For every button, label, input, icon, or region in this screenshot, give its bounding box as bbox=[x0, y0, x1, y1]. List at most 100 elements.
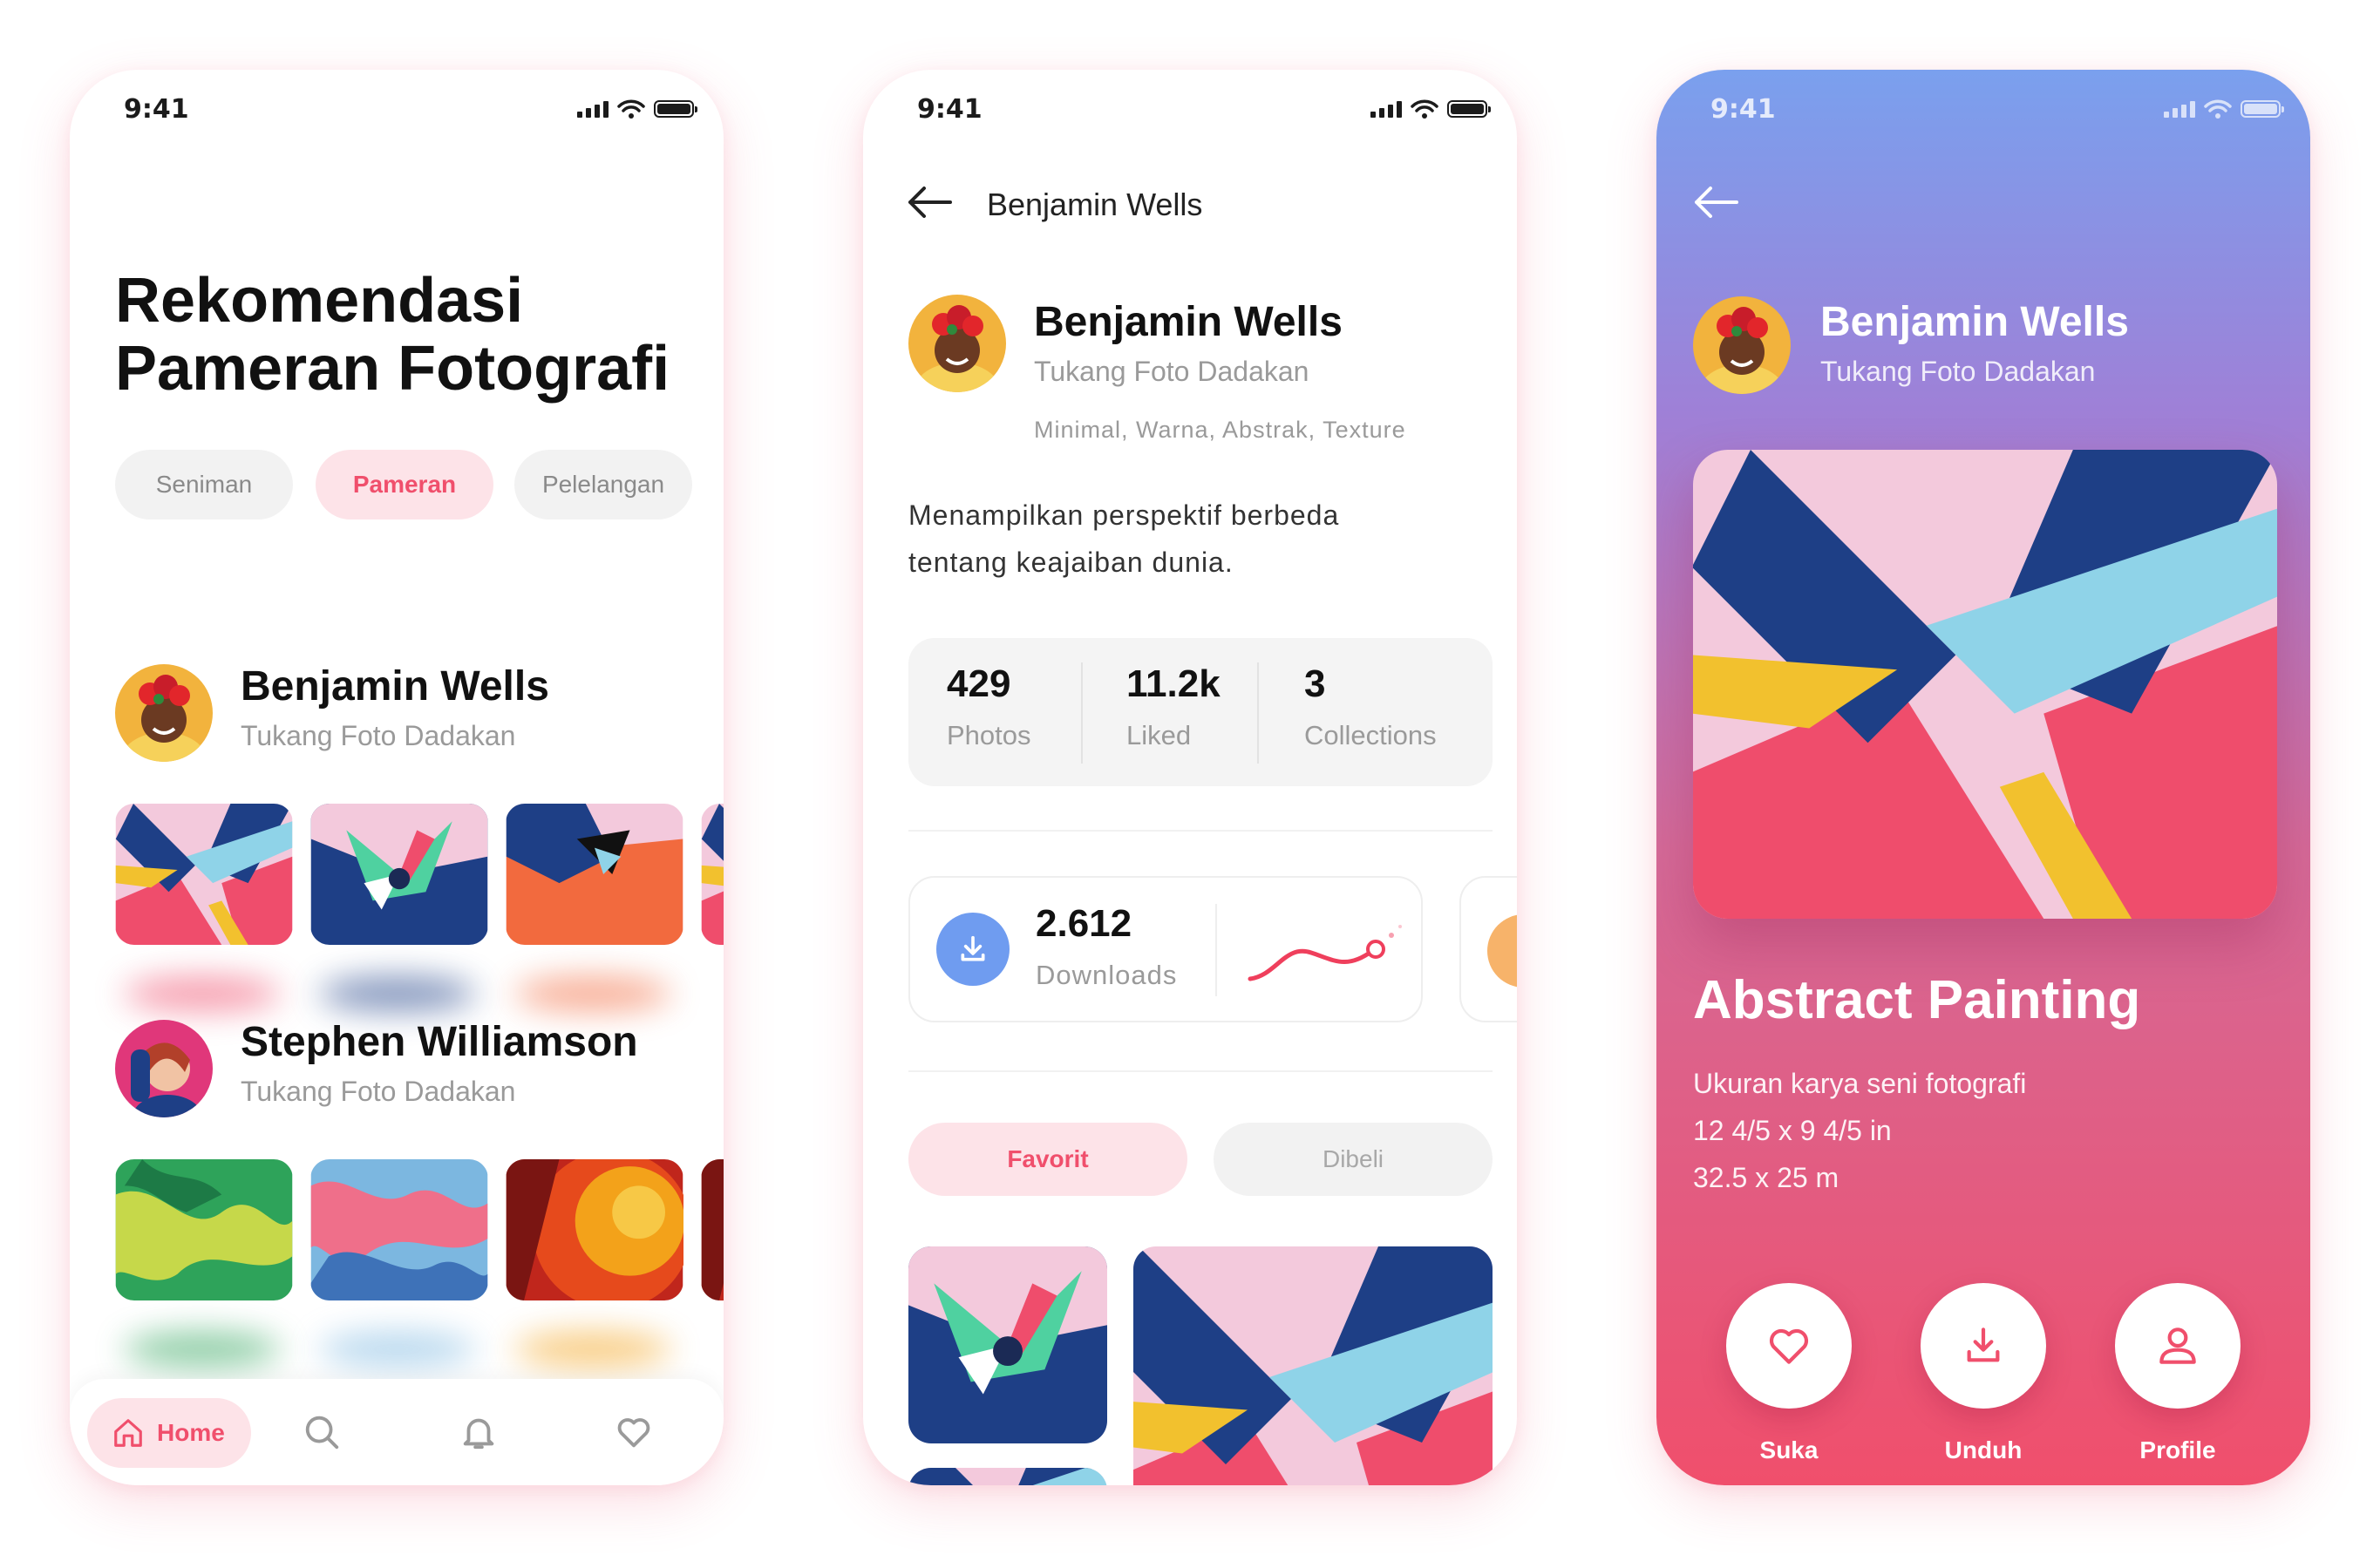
gallery-item[interactable] bbox=[908, 1468, 1107, 1485]
artwork-thumbnail[interactable] bbox=[506, 1159, 683, 1300]
status-icons bbox=[2164, 99, 2284, 119]
photographer-role: Tukang Foto Dadakan bbox=[241, 1076, 516, 1107]
heart-icon[interactable] bbox=[614, 1412, 654, 1452]
thumb-shadow bbox=[319, 976, 476, 1011]
like-label: Suka bbox=[1759, 1436, 1819, 1463]
artwork-thumbnail[interactable] bbox=[701, 804, 724, 945]
meta-line: 32.5 x 25 m bbox=[1693, 1162, 1839, 1193]
profile-description: Menampilkan perspektif berbeda tentang k… bbox=[908, 492, 1449, 586]
profile-button[interactable] bbox=[2115, 1283, 2241, 1409]
stat-label: Photos bbox=[947, 720, 1031, 750]
artwork-thumbnail[interactable] bbox=[310, 1159, 488, 1300]
status-icons bbox=[1370, 99, 1491, 119]
artist-role: Tukang Foto Dadakan bbox=[1820, 356, 2096, 387]
profile-role: Tukang Foto Dadakan bbox=[1034, 356, 1309, 387]
meta-line: Ukuran karya seni fotografi bbox=[1693, 1068, 2027, 1099]
tab-home-label: Home bbox=[157, 1419, 225, 1446]
stat-value: 11.2k bbox=[1126, 662, 1221, 705]
thumb-shadow bbox=[124, 1332, 281, 1367]
divider bbox=[908, 830, 1493, 832]
gallery-item[interactable] bbox=[1133, 1246, 1493, 1485]
title-line-2: Pameran Fotografi bbox=[115, 334, 670, 404]
bell-icon[interactable] bbox=[459, 1412, 499, 1452]
status-icons bbox=[577, 99, 697, 119]
filter-chip-pelelangan[interactable]: Pelelangan bbox=[514, 450, 692, 519]
artwork-thumbnail[interactable] bbox=[115, 804, 293, 945]
profile-name: Benjamin Wells bbox=[1034, 299, 1343, 345]
page-title: Rekomendasi Pameran Fotografi bbox=[115, 267, 690, 403]
artwork-title: Abstract Painting bbox=[1693, 970, 2141, 1030]
screen-artwork-detail: 9:41 Benjamin Wells Tukang Foto Dadakan … bbox=[1656, 70, 2310, 1485]
signal-icon bbox=[2164, 100, 2195, 118]
divider bbox=[1257, 662, 1259, 764]
screen-home: 9:41 Rekomendasi Pameran Fotografi Senim… bbox=[70, 70, 724, 1485]
artwork-meta: Ukuran karya seni fotografi 12 4/5 x 9 4… bbox=[1693, 1060, 2026, 1201]
divider bbox=[908, 1070, 1493, 1072]
thumb-shadow bbox=[514, 976, 671, 1011]
wifi-icon bbox=[2204, 99, 2232, 119]
avatar[interactable] bbox=[115, 664, 213, 762]
nav-title: Benjamin Wells bbox=[987, 187, 1203, 222]
download-icon-badge bbox=[936, 913, 1010, 986]
download-icon bbox=[1967, 1328, 2000, 1362]
wifi-icon bbox=[617, 99, 645, 119]
signal-icon bbox=[577, 100, 609, 118]
title-line-1: Rekomendasi bbox=[115, 266, 524, 336]
download-button[interactable] bbox=[1921, 1283, 2046, 1409]
screen-profile: 9:41 Benjamin Wells Benjamin Wells Tukan… bbox=[863, 70, 1517, 1485]
avatar[interactable] bbox=[115, 1020, 213, 1117]
stat-label: Collections bbox=[1304, 720, 1437, 750]
downloads-label: Downloads bbox=[1036, 960, 1178, 990]
status-time: 9:41 bbox=[1710, 94, 1776, 125]
stat-collections[interactable]: 3 Collections bbox=[1304, 662, 1437, 751]
bottom-tab-bar: Home bbox=[70, 1379, 724, 1485]
artwork-thumbnail[interactable] bbox=[506, 804, 683, 945]
stats-panel: 429 Photos 11.2k Liked 3 Collections bbox=[908, 638, 1493, 786]
next-stat-card[interactable] bbox=[1459, 876, 1517, 1022]
search-icon[interactable] bbox=[302, 1412, 342, 1452]
stat-label: Liked bbox=[1126, 720, 1192, 750]
battery-icon bbox=[654, 100, 697, 118]
tab-favorit[interactable]: Favorit bbox=[908, 1123, 1187, 1196]
wifi-icon bbox=[1411, 99, 1438, 119]
status-time: 9:41 bbox=[124, 94, 189, 125]
downloads-sparkline bbox=[1248, 925, 1402, 981]
artwork-thumbnail[interactable] bbox=[310, 804, 488, 945]
battery-icon bbox=[2241, 100, 2284, 118]
downloads-value: 2.612 bbox=[1036, 902, 1132, 945]
back-arrow-icon[interactable] bbox=[1693, 185, 1738, 220]
avatar bbox=[1693, 296, 1791, 394]
like-button[interactable] bbox=[1726, 1283, 1852, 1409]
stat-value: 429 bbox=[947, 662, 1011, 705]
photographer-name[interactable]: Stephen Williamson bbox=[241, 1018, 638, 1066]
divider bbox=[1215, 904, 1217, 996]
stat-liked[interactable]: 11.2k Liked bbox=[1126, 662, 1221, 751]
divider bbox=[1081, 662, 1083, 764]
artwork-thumbnail[interactable] bbox=[701, 1159, 724, 1300]
signal-icon bbox=[1370, 100, 1402, 118]
stat-photos[interactable]: 429 Photos bbox=[947, 662, 1031, 751]
filter-chip-pameran[interactable]: Pameran bbox=[316, 450, 493, 519]
filter-chip-seniman[interactable]: Seniman bbox=[115, 450, 293, 519]
profile-tags: Minimal, Warna, Abstrak, Texture bbox=[1034, 417, 1406, 443]
tab-dibeli[interactable]: Dibeli bbox=[1214, 1123, 1493, 1196]
photographer-role: Tukang Foto Dadakan bbox=[241, 720, 516, 751]
thumb-shadow bbox=[514, 1332, 671, 1367]
artwork-image[interactable] bbox=[1693, 450, 2277, 919]
thumb-shadow bbox=[319, 1332, 476, 1367]
gallery-item[interactable] bbox=[908, 1246, 1107, 1443]
download-label: Unduh bbox=[1944, 1436, 2023, 1463]
home-icon bbox=[114, 1419, 142, 1447]
photographer-name[interactable]: Benjamin Wells bbox=[241, 662, 549, 710]
heart-icon bbox=[1769, 1328, 1809, 1364]
profile-label: Profile bbox=[2139, 1436, 2216, 1463]
thumb-shadow bbox=[124, 976, 281, 1011]
artwork-thumbnail[interactable] bbox=[115, 1159, 293, 1300]
artist-name[interactable]: Benjamin Wells bbox=[1820, 298, 2129, 346]
back-arrow-icon[interactable] bbox=[907, 185, 952, 220]
description-line: tentang keajaiban dunia. bbox=[908, 547, 1234, 578]
avatar bbox=[908, 295, 1006, 392]
tab-home[interactable]: Home bbox=[87, 1398, 251, 1468]
user-icon bbox=[2159, 1328, 2196, 1364]
downloads-card[interactable]: 2.612 Downloads bbox=[908, 876, 1423, 1022]
